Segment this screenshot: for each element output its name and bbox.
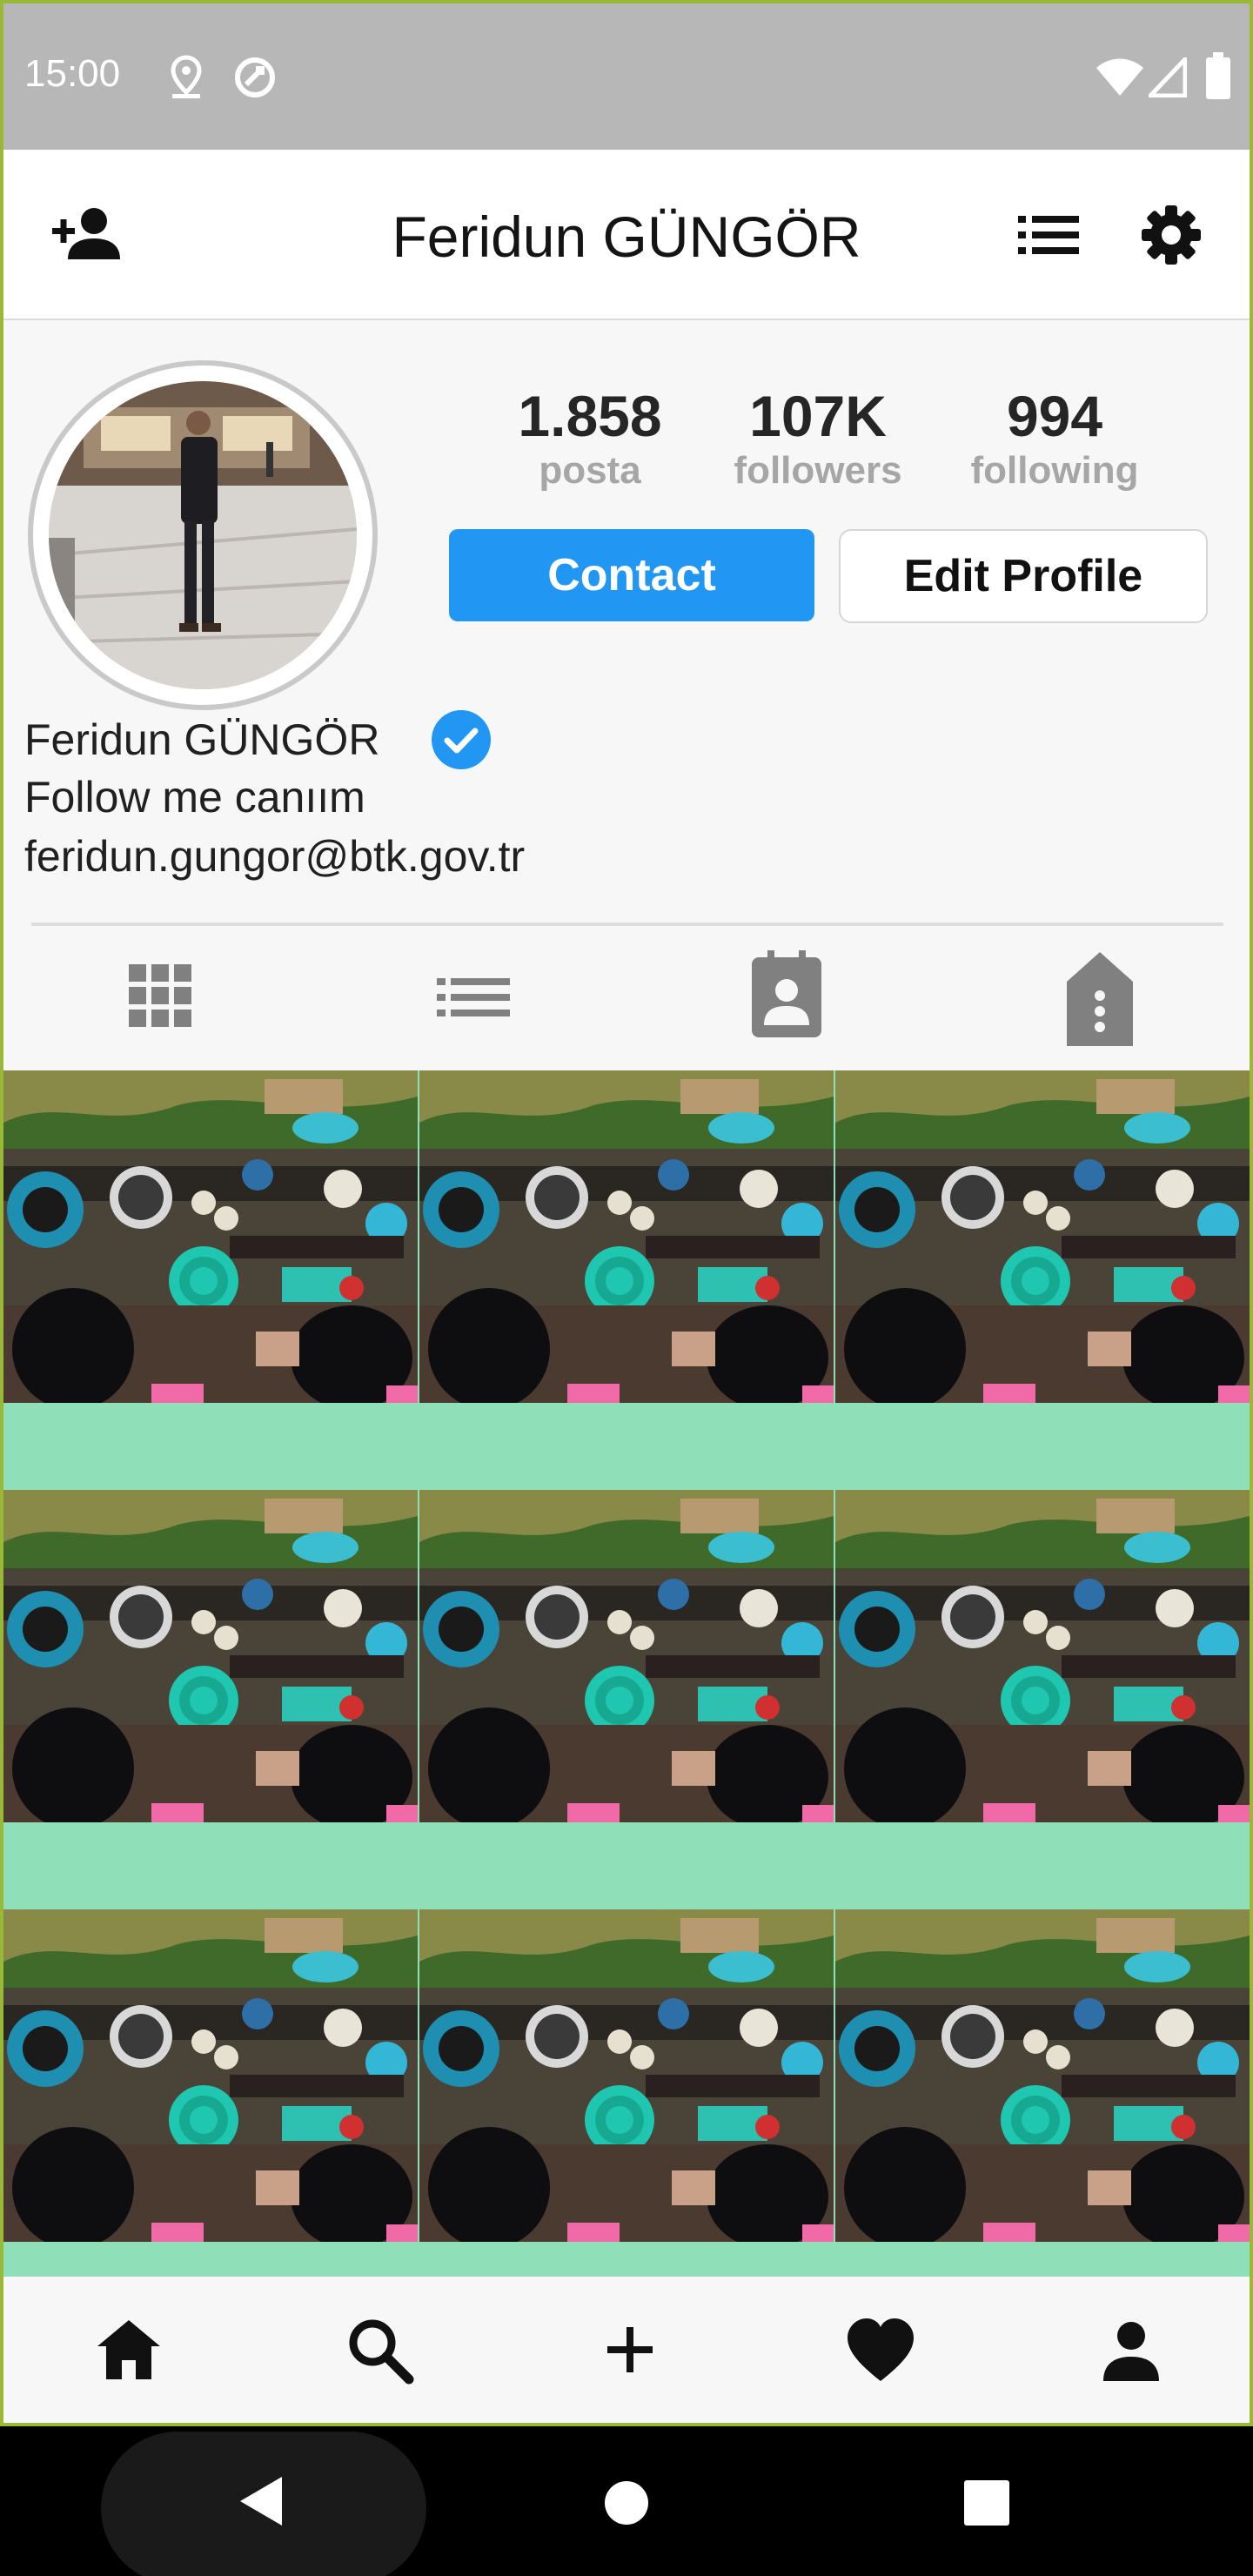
- stat-posts-label: posta: [539, 449, 641, 492]
- photo-thumbnail[interactable]: [835, 1490, 1250, 1822]
- tab-grid[interactable]: [99, 947, 221, 1051]
- avatar-ring: [28, 360, 378, 710]
- photo-thumbnail[interactable]: [835, 1909, 1250, 2242]
- tab-contact-card[interactable]: [726, 947, 848, 1051]
- status-bar: 15:00: [3, 3, 1250, 150]
- person-icon[interactable]: [1089, 2308, 1173, 2392]
- contact-card-icon: [752, 950, 821, 1037]
- stat-posts-value: 1.858: [518, 384, 662, 448]
- photo-thumbnail[interactable]: [3, 1909, 418, 2242]
- photo-thumbnail[interactable]: [3, 1490, 418, 1822]
- divider: [31, 922, 1223, 926]
- search-icon[interactable]: [338, 2308, 421, 2392]
- avatar-photo: [49, 381, 357, 689]
- photo-thumbnail[interactable]: [419, 1490, 834, 1822]
- photo-grid: [3, 1070, 1250, 2280]
- stat-followers[interactable]: 107K followers: [722, 383, 914, 493]
- grid-icon: [129, 964, 191, 1027]
- top-app-bar: Feridun GÜNGÖR: [3, 150, 1250, 320]
- stat-posts[interactable]: 1.858 posta: [494, 383, 686, 493]
- system-nav-bar: [0, 2426, 1253, 2576]
- sync-icon: [235, 57, 275, 97]
- tagged-icon: [1067, 952, 1133, 1046]
- contact-button[interactable]: Contact: [449, 529, 814, 621]
- tab-tagged[interactable]: [1039, 947, 1161, 1051]
- stat-followers-label: followers: [734, 449, 902, 492]
- add-icon[interactable]: [588, 2308, 672, 2392]
- stat-following[interactable]: 994 following: [959, 383, 1150, 493]
- profile-name: Feridun GÜNGÖR: [24, 715, 380, 764]
- home-icon[interactable]: [87, 2308, 171, 2392]
- app-screen: 15:00 Feridun GÜNGÖR 1.858 posta 107K fo…: [3, 3, 1250, 2423]
- avatar[interactable]: [49, 381, 357, 689]
- photo-thumbnail[interactable]: [419, 1909, 834, 2242]
- settings-icon[interactable]: [1140, 204, 1203, 266]
- verified-icon: [432, 710, 491, 769]
- recents-icon[interactable]: [964, 2480, 1009, 2526]
- list-icon: [437, 978, 510, 1016]
- home-circle-icon[interactable]: [604, 2480, 649, 2526]
- tab-list[interactable]: [412, 947, 534, 1051]
- back-icon[interactable]: [235, 2473, 287, 2529]
- status-time: 15:00: [24, 52, 121, 95]
- photo-thumbnail[interactable]: [835, 1070, 1250, 1403]
- stat-following-value: 994: [1006, 384, 1103, 448]
- heart-icon[interactable]: [839, 2308, 922, 2392]
- profile-bio: Follow me canıım: [24, 773, 365, 822]
- stat-followers-value: 107K: [749, 384, 887, 448]
- photo-thumbnail[interactable]: [419, 1070, 834, 1403]
- location-icon: [171, 55, 202, 98]
- stat-following-label: following: [970, 449, 1139, 492]
- wifi-icon: [1096, 58, 1143, 96]
- photo-thumbnail[interactable]: [3, 1070, 418, 1403]
- list-icon[interactable]: [1018, 216, 1079, 254]
- bottom-nav: [3, 2277, 1250, 2423]
- profile-email[interactable]: feridun.gungor@btk.gov.tr: [24, 830, 525, 882]
- battery-icon: [1206, 52, 1230, 99]
- signal-icon: [1149, 57, 1187, 97]
- edit-profile-button[interactable]: Edit Profile: [839, 529, 1208, 623]
